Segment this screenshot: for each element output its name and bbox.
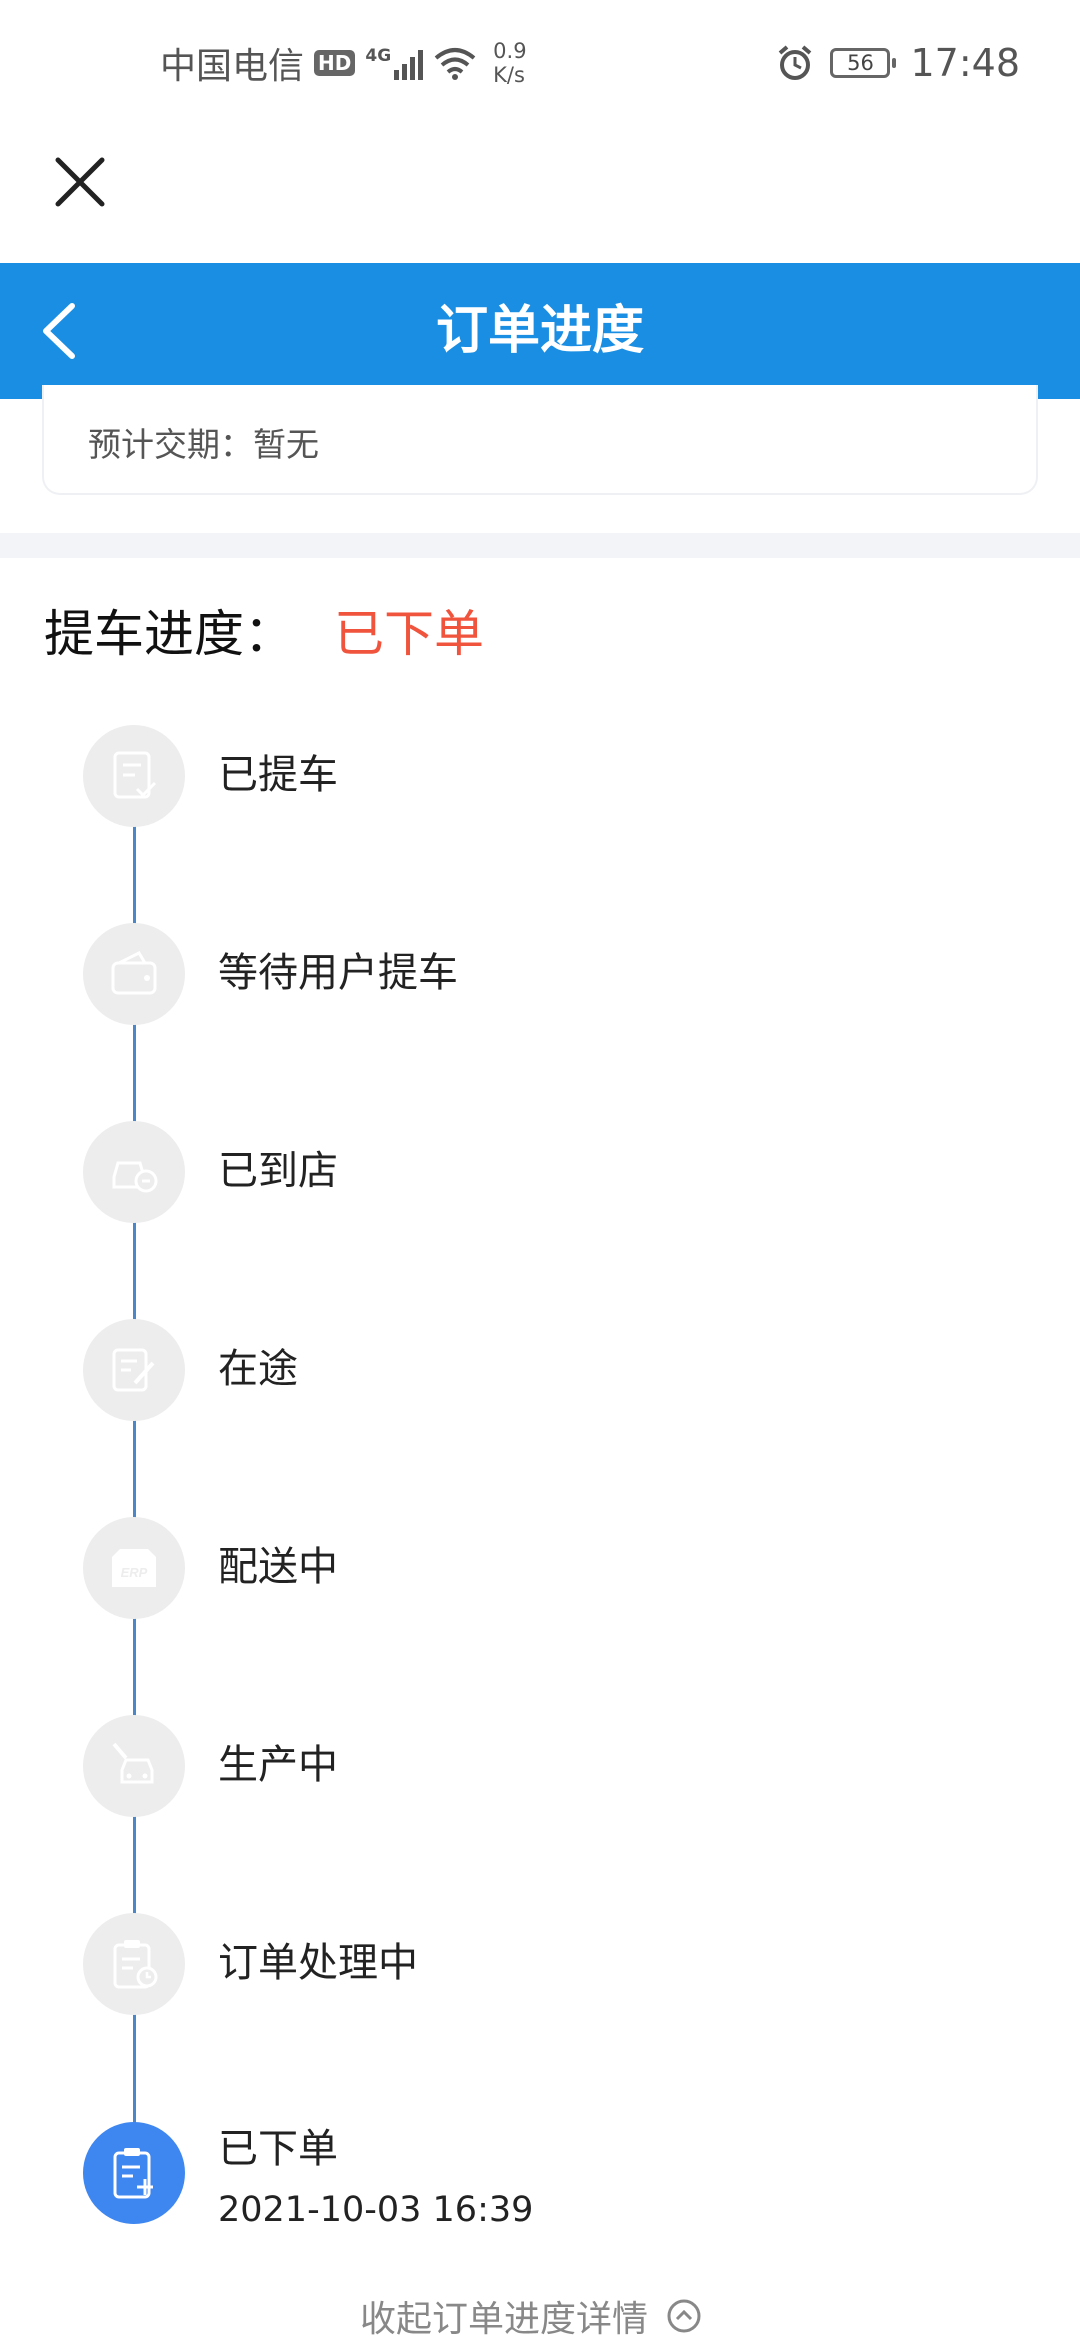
close-icon[interactable] [54, 156, 106, 208]
network-type: 4G [365, 46, 392, 66]
progress-label: 提车进度： [44, 605, 294, 663]
step-label: 在途 [218, 1346, 298, 1392]
wifi-icon [434, 48, 476, 80]
timeline-connector [133, 1420, 136, 1520]
progress-heading: 提车进度： 已下单 [44, 594, 484, 666]
collapse-details-link[interactable]: 收起订单进度详情 [360, 2290, 702, 2342]
step-label: 配送中 [218, 1544, 338, 1590]
edit-note-icon [112, 1348, 155, 1392]
step-label: 已下单 [218, 2126, 338, 2172]
step-circle [83, 1319, 185, 1421]
chevron-up-icon [667, 2299, 701, 2333]
step-circle [83, 725, 185, 827]
car-production-icon [112, 1742, 154, 1784]
alarm-icon [779, 45, 812, 80]
section-divider [0, 533, 1080, 558]
status-right: 56 17:48 [776, 38, 1020, 88]
clock: 17:48 [910, 41, 1020, 85]
battery-icon: 56 [830, 48, 897, 78]
signal-icon: 4G [365, 46, 424, 80]
status-left: 中国电信 HD 4G 0.9 K/s [160, 38, 527, 88]
erp-box-icon: ERP [112, 1549, 156, 1587]
step-circle-active [83, 2122, 185, 2224]
timeline-connector [133, 2014, 136, 2124]
status-bar: 中国电信 HD 4G 0.9 K/s 56 17:48 [0, 0, 1080, 124]
step-circle [83, 1715, 185, 1817]
carrier-name: 中国电信 [160, 46, 305, 87]
step-label: 已到店 [218, 1148, 338, 1194]
step-label: 等待用户提车 [218, 950, 458, 996]
net-speed: 0.9 K/s [493, 39, 526, 87]
net-speed-unit: K/s [493, 63, 525, 87]
timeline-connector [133, 1618, 136, 1718]
timeline-connector [133, 1222, 136, 1322]
wallet-icon [111, 951, 157, 995]
step-label: 已提车 [218, 752, 338, 798]
checklist-icon [113, 751, 157, 799]
step-time: 2021-10-03 16:39 [218, 2190, 534, 2230]
step-circle [83, 923, 185, 1025]
car-store-icon [112, 1161, 158, 1193]
step-label: 订单处理中 [218, 1940, 418, 1986]
net-speed-value: 0.9 [493, 39, 527, 63]
clipboard-add-icon [113, 2148, 153, 2199]
page-title: 订单进度 [435, 301, 644, 361]
timeline-connector [133, 1024, 136, 1124]
step-label: 生产中 [218, 1742, 338, 1788]
svg-text:ERP: ERP [121, 1565, 148, 1580]
step-circle [83, 1121, 185, 1223]
timeline-connector [133, 1816, 136, 1916]
step-circle: ERP [83, 1517, 185, 1619]
timeline-connector [133, 826, 136, 926]
progress-status: 已下单 [334, 605, 484, 663]
expected-delivery: 预计交期：暂无 [88, 425, 319, 464]
hd-badge: HD [314, 50, 356, 76]
step-circle [83, 1913, 185, 2015]
collapse-label: 收起订单进度详情 [360, 2299, 649, 2340]
close-row [0, 124, 1080, 264]
clipboard-clock-icon [113, 1940, 158, 1989]
